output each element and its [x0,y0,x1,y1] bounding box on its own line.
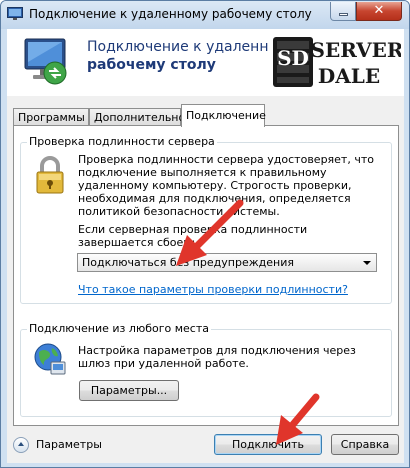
remote-desktop-monitor-icon [24,38,67,85]
banner: Подключение к удаленному рабочему столу … [7,29,404,96]
options-label: Параметры [36,438,102,451]
svg-text:DALE: DALE [318,64,380,88]
lock-icon [36,156,64,194]
chevron-up-icon [13,437,29,453]
chevron-down-icon [363,261,371,265]
serverdale-logo: SD SERVER DALE [269,31,401,93]
remote-desktop-icon [7,7,23,20]
connect-button[interactable]: Подключить [214,434,322,455]
tab-advanced[interactable]: Дополнительно [89,108,185,126]
options-toggle[interactable]: Параметры [13,436,103,454]
banner-title-line2: рабочему столу [87,57,216,73]
title-bar: Подключение к удаленному рабочему столу … [1,1,409,29]
banner-title-line1: Подключение к удаленному [87,39,296,55]
server-auth-legend: Проверка подлинности сервера [27,135,217,148]
close-button[interactable]: ✕ [356,2,402,21]
close-icon: ✕ [373,3,385,18]
connect-anywhere-legend: Подключение из любого места [27,322,211,335]
tab-programs[interactable]: Программы [13,108,89,126]
tab-connection[interactable]: Подключение [181,104,266,127]
server-auth-description: Проверка подлинности сервера удостоверяе… [78,153,374,218]
minimize-button[interactable] [330,2,356,21]
gateway-settings-button[interactable]: Параметры... [79,380,179,401]
window-title: Подключение к удаленному рабочему столу [29,7,312,21]
svg-text:SD: SD [277,46,309,70]
connect-anywhere-description: Настройка параметров для подключения чер… [78,344,356,370]
connect-anywhere-group: Подключение из любого места Настройка па… [20,322,392,417]
server-auth-prompt: Если серверная проверка подлинности заве… [78,223,308,249]
tab-panel-connection: Проверка подлинности сервера Проверка по… [13,125,399,426]
minimize-icon [339,13,348,16]
rdp-window: Подключение к удаленному рабочему столу … [0,0,410,468]
dialog-body: Программы Дополнительно Подключение Пров… [7,96,404,463]
svg-text:SERVER: SERVER [311,38,401,62]
auth-failure-select[interactable]: Подключаться без предупреждения [77,253,377,272]
auth-failure-selected-value: Подключаться без предупреждения [82,256,294,269]
globe-icon [34,343,66,375]
help-button[interactable]: Справка [331,434,399,455]
auth-help-link[interactable]: Что такое параметры проверки подлинности… [78,283,348,296]
server-auth-group: Проверка подлинности сервера Проверка по… [20,135,392,304]
